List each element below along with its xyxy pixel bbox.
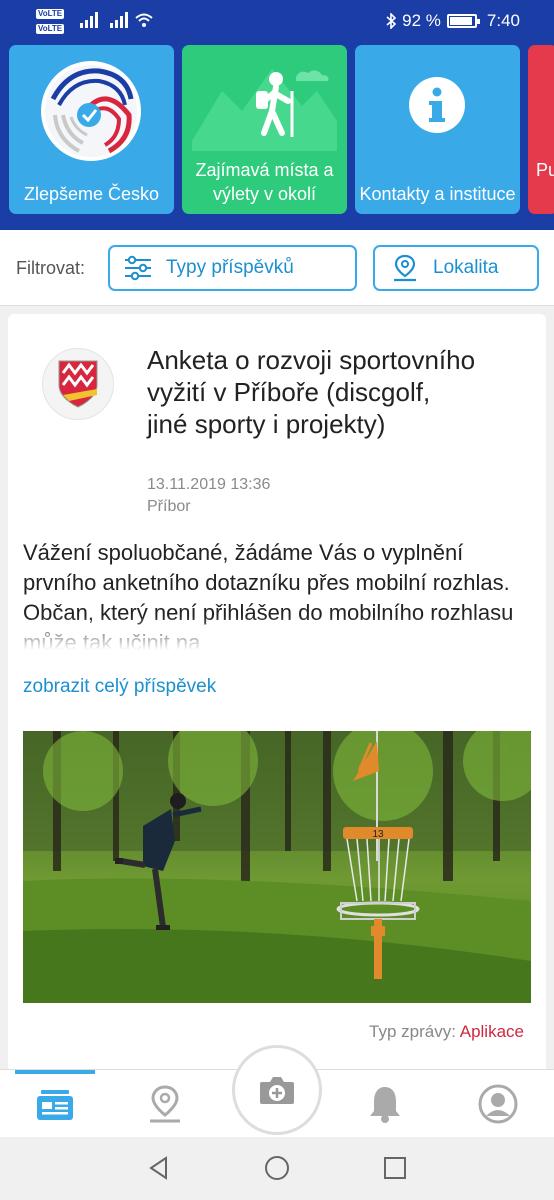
message-type: Typ zprávy: Aplikace xyxy=(369,1022,524,1042)
message-type-label: Typ zprávy: xyxy=(369,1022,456,1041)
add-report-button[interactable] xyxy=(232,1045,322,1135)
post-body: Vážení spoluobčané, žádáme Vás o vyplněn… xyxy=(23,538,533,650)
post-avatar xyxy=(42,348,114,420)
wifi-icon xyxy=(135,13,153,27)
status-right: 92 % 7:40 xyxy=(386,11,520,31)
tile-zajimava-mista[interactable]: Zajímavá místa a výlety v okolí xyxy=(182,45,347,214)
camera-plus-icon xyxy=(260,1077,294,1104)
tile-partial[interactable]: Pu xyxy=(528,45,554,214)
types-filter-button[interactable]: Typy příspěvků xyxy=(108,245,357,291)
post-title[interactable]: Anketa o rozvoji sportovního vyžití v Př… xyxy=(147,344,477,440)
status-bar: VoLTE VoLTE 92 % 7:40 xyxy=(0,0,554,44)
location-filter-button[interactable]: Lokalita xyxy=(373,245,539,291)
news-icon xyxy=(37,1090,73,1120)
volte-2-badge: VoLTE xyxy=(36,24,65,34)
tile-label: Pu xyxy=(536,160,554,180)
nav-map[interactable] xyxy=(125,1070,205,1138)
location-filter-label: Lokalita xyxy=(433,257,499,278)
fingerprint-check-icon xyxy=(41,61,141,161)
nav-notifications[interactable] xyxy=(345,1070,425,1138)
post-photo[interactable]: 13 xyxy=(23,731,531,1003)
battery-icon xyxy=(446,14,480,28)
volte-1-badge: VoLTE xyxy=(36,9,65,19)
signal-icon xyxy=(80,12,98,28)
system-navigation xyxy=(0,1137,554,1200)
signal-icon xyxy=(110,12,128,28)
basket-number: 13 xyxy=(372,829,384,840)
tile-label: Zlepšeme Česko xyxy=(23,184,160,204)
post-date: 13.11.2019 13:36 xyxy=(147,476,271,493)
tile-label: Kontakty a instituce xyxy=(359,184,516,204)
location-pin-icon xyxy=(150,1085,180,1123)
bluetooth-icon xyxy=(386,13,397,29)
types-filter-label: Typy příspěvků xyxy=(166,257,294,278)
app-header: VoLTE VoLTE 92 % 7:40 Zlepšeme Česko Zaj… xyxy=(0,0,554,230)
show-full-post-link[interactable]: zobrazit celý příspěvek xyxy=(23,676,216,698)
bell-icon xyxy=(370,1087,400,1123)
battery-percent: 92 % xyxy=(402,11,441,30)
filter-label: Filtrovat: xyxy=(16,258,86,278)
tile-label: Zajímavá místa a výlety v okolí xyxy=(195,160,334,204)
recents-icon[interactable] xyxy=(378,1151,412,1185)
tile-kontakty[interactable]: Kontakty a instituce xyxy=(355,45,520,214)
info-icon xyxy=(409,77,465,133)
home-icon[interactable] xyxy=(260,1151,294,1185)
nav-news[interactable] xyxy=(15,1070,95,1138)
back-icon[interactable] xyxy=(142,1151,176,1185)
post-place: Příbor xyxy=(147,498,191,515)
sliders-icon xyxy=(118,255,158,281)
filter-bar: Filtrovat: Typy příspěvků Lokalita xyxy=(0,230,554,306)
feature-tiles: Zlepšeme Česko Zajímavá místa a výlety v… xyxy=(9,45,554,214)
clock: 7:40 xyxy=(486,11,520,30)
user-icon xyxy=(478,1084,518,1124)
message-type-value: Aplikace xyxy=(459,1022,524,1041)
hiker-icon xyxy=(192,69,337,151)
post-card[interactable]: Anketa o rozvoji sportovního vyžití v Př… xyxy=(8,314,546,1074)
town-crest-icon xyxy=(58,360,98,408)
location-pin-icon xyxy=(385,254,425,282)
nav-profile[interactable] xyxy=(458,1070,538,1138)
tile-zlepseme-cesko[interactable]: Zlepšeme Česko xyxy=(9,45,174,214)
